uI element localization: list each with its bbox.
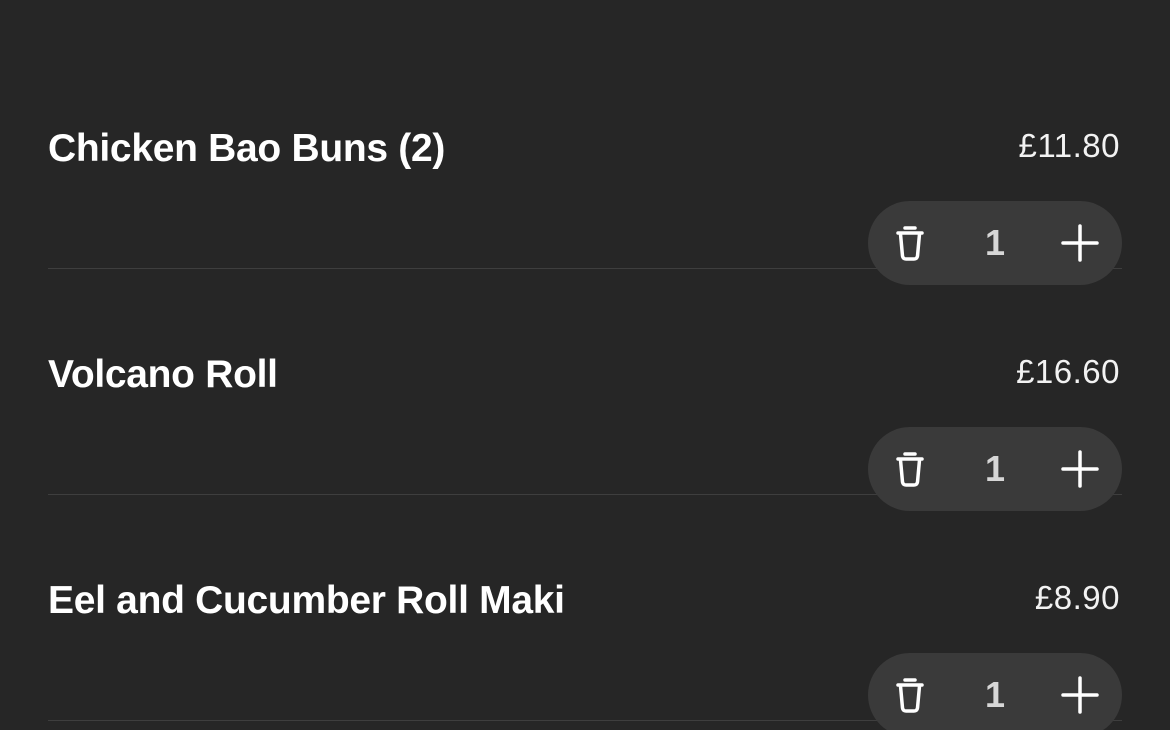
plus-icon: [1061, 676, 1099, 714]
basket-item: Eel and Cucumber Roll Maki £8.90 1: [48, 495, 1122, 730]
trash-icon: [896, 226, 924, 261]
quantity-value: 1: [984, 674, 1006, 715]
item-name: Eel and Cucumber Roll Maki: [48, 579, 565, 622]
plus-icon: [1061, 224, 1099, 262]
basket-item: Chicken Bao Buns (2) £11.80 1: [48, 43, 1122, 285]
trash-icon: [896, 678, 924, 713]
trash-icon: [896, 452, 924, 487]
item-price: £11.80: [1018, 127, 1120, 164]
basket-item: Volcano Roll £16.60 1: [48, 269, 1122, 511]
item-name: Volcano Roll: [48, 353, 278, 396]
item-price: £8.90: [1034, 579, 1120, 616]
plus-icon: [1061, 450, 1099, 488]
item-price: £16.60: [1016, 353, 1120, 390]
item-name: Chicken Bao Buns (2): [48, 127, 446, 170]
add-item-button[interactable]: [1038, 653, 1122, 730]
remove-item-button[interactable]: [868, 653, 952, 730]
basket-item-list: Chicken Bao Buns (2) £11.80 1 Volcano Ro…: [0, 0, 1170, 730]
quantity-stepper: 1: [868, 653, 1122, 730]
